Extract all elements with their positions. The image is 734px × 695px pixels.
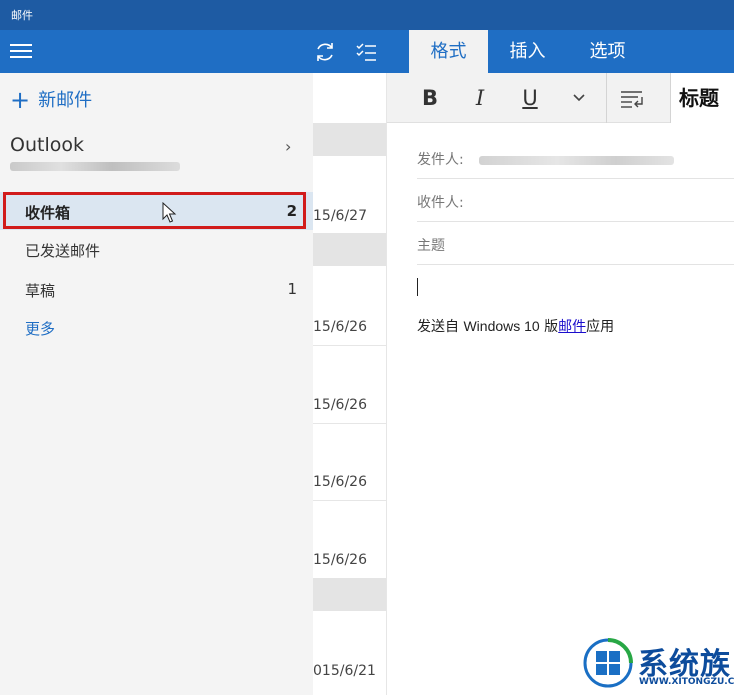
sidebar: + 新邮件 Outlook › 收件箱 2 已发送邮件 草稿 1 更多 [0,73,313,695]
from-field[interactable]: 发件人: [417,136,734,179]
folder-sent[interactable]: 已发送邮件 [0,230,313,268]
list-divider [313,500,386,501]
text-caret [417,278,418,296]
inbox-highlight-outline [3,192,306,229]
message-date[interactable]: 15/6/26 [313,552,367,568]
message-date[interactable]: 15/6/26 [313,474,367,490]
list-divider [313,345,386,346]
mail-app-link[interactable]: 邮件 [558,319,586,335]
from-label: 发件人: [417,152,464,168]
hamburger-icon[interactable] [10,44,32,58]
title-bar: 邮件 [0,0,734,30]
signature-version: 版 [544,319,559,335]
heading-style-dropdown[interactable]: 标题 [670,73,734,123]
more-folders-link[interactable]: 更多 [25,318,55,339]
bold-button[interactable]: B [417,83,443,113]
from-address-blurred [479,156,674,165]
paragraph-icon[interactable] [618,83,646,113]
folder-label: 草稿 [25,282,56,300]
underline-button[interactable]: U [517,83,543,113]
new-mail-button[interactable]: + 新邮件 [10,86,92,114]
chevron-right-icon[interactable]: › [285,137,291,156]
mouse-pointer-icon [162,202,177,223]
folder-label: 已发送邮件 [25,242,101,260]
message-date[interactable]: 15/6/26 [313,319,367,335]
nav-bar [0,30,387,73]
compose-pane: 发件人: 收件人: 主题 发送自 Windows 10 版邮件应用 [387,123,734,695]
account-email-blurred [10,162,180,171]
signature-text[interactable]: 发送自 Windows 10 版邮件应用 [417,316,614,336]
signature-prefix: 发送自 [417,319,459,335]
tab-format[interactable]: 格式 [409,30,488,73]
toolbar-divider [606,73,607,123]
tab-insert[interactable]: 插入 [490,30,565,73]
subject-placeholder: 主题 [417,238,445,254]
list-divider [313,423,386,424]
sync-icon[interactable] [312,39,338,65]
subject-field[interactable]: 主题 [417,222,734,265]
message-date[interactable]: 15/6/26 [313,397,367,413]
signature-app: Windows 10 [463,318,540,334]
signature-suffix: 应用 [586,319,615,335]
tab-options[interactable]: 选项 [569,30,646,73]
list-group-header [313,578,386,611]
window-title: 邮件 [11,9,33,22]
message-list: 15/6/27 15/6/26 15/6/26 15/6/26 15/6/26 … [313,73,387,695]
windows-logo-icon [583,638,633,688]
message-date[interactable]: 15/6/27 [313,208,367,224]
watermark-url: WWW.XITONGZU.COM [639,677,734,687]
italic-button[interactable]: I [467,83,493,113]
select-mode-icon[interactable] [354,39,380,65]
ribbon-tabs: 格式 插入 选项 [387,30,734,73]
item-count: 1 [287,280,297,298]
list-group-header [313,123,386,156]
format-toolbar: B I U 标题 [387,73,734,123]
chevron-down-icon[interactable] [571,83,587,113]
account-name[interactable]: Outlook [10,134,84,156]
new-mail-label: 新邮件 [38,90,93,111]
message-date[interactable]: 015/6/21 [313,663,376,679]
list-group-header [313,233,386,266]
to-label: 收件人: [417,195,464,211]
watermark: 系统族 WWW.XITONGZU.COM [583,635,734,695]
to-field[interactable]: 收件人: [417,179,734,222]
plus-icon: + [10,86,31,114]
folder-drafts[interactable]: 草稿 1 [0,270,313,308]
